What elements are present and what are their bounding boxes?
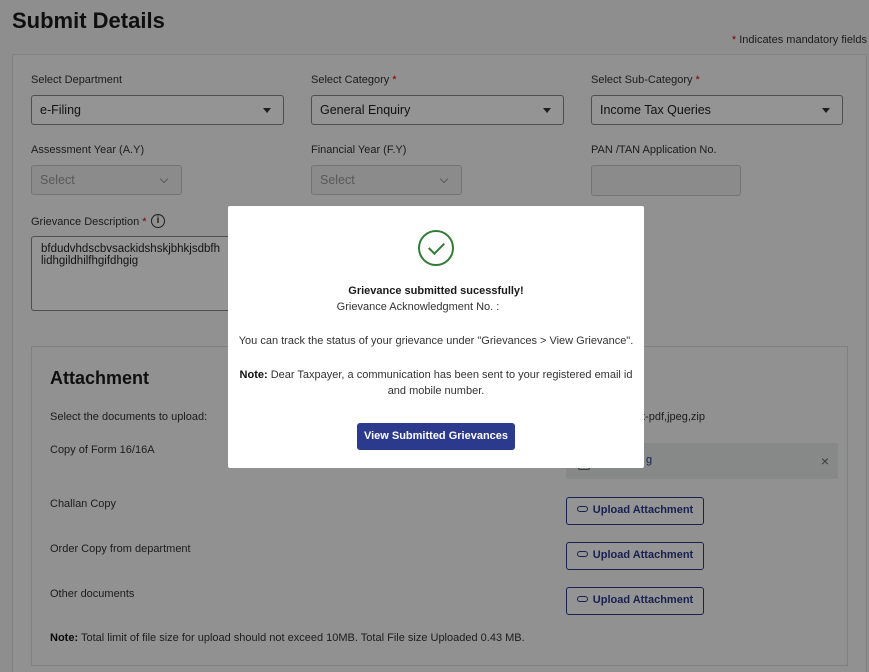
modal-note-line: Dear Taxpayer, a communication has been … [267,369,633,381]
check-circle-icon [418,230,454,266]
modal-note: Note: Dear Taxpayer, a communication has… [228,367,644,399]
modal-title: Grievance submitted sucessfully! [348,285,524,297]
view-submitted-grievances-button[interactable]: View Submitted Grievances [357,423,515,450]
modal-note-label: Note: [239,369,268,381]
success-modal: Grievance submitted sucessfully! Grievan… [228,206,644,468]
acknowledgment-number: Grievance Acknowledgment No. : [336,301,500,313]
track-status-text: You can track the status of your grievan… [238,335,634,347]
modal-note-line: and mobile number. [387,385,485,397]
